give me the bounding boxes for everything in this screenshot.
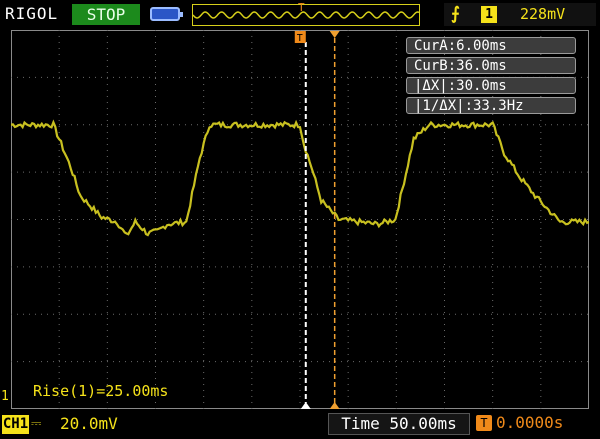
- timebase-readout[interactable]: Time 50.00ms: [328, 413, 470, 435]
- ch1-ground-marker: 1: [1, 389, 9, 404]
- cursor-a-readout: CurA:6.00ms: [406, 37, 576, 54]
- cursor-b-readout: CurB:36.0ms: [406, 57, 576, 74]
- cursor-a-label: T: [297, 33, 303, 44]
- cursor-b-bottom-marker: [329, 402, 340, 409]
- trigger-position-marker: T: [298, 1, 305, 14]
- trigger-source-badge: 1: [481, 6, 497, 23]
- overview-trace-icon: [193, 11, 419, 19]
- trigger-offset-icon: T: [476, 415, 492, 431]
- trigger-level: 228mV: [520, 5, 566, 23]
- cursor-b-marker: [329, 31, 340, 38]
- dc-coupling-icon: ⎓: [31, 416, 42, 431]
- waveform-memory-overview[interactable]: [192, 4, 420, 26]
- rising-edge-trigger-icon: ⨍: [451, 4, 460, 24]
- cursor-a-bottom-marker: [300, 402, 311, 409]
- ch1-trace: [11, 119, 589, 237]
- ch1-badge[interactable]: CH1: [2, 415, 29, 434]
- delta-x-readout: |ΔX|:30.0ms: [406, 77, 576, 94]
- rise-time-measurement: Rise(1)=25.00ms: [33, 382, 169, 400]
- memory-depth-icon: [150, 7, 183, 21]
- brand-logo: RIGOL: [5, 4, 59, 23]
- run-stop-indicator[interactable]: STOP: [72, 4, 140, 25]
- ch1-vertical-scale[interactable]: 20.0mV: [60, 414, 118, 433]
- trigger-offset-readout[interactable]: 0.0000s: [496, 413, 563, 432]
- inverse-delta-x-readout: |1/ΔX|:33.3Hz: [406, 97, 576, 114]
